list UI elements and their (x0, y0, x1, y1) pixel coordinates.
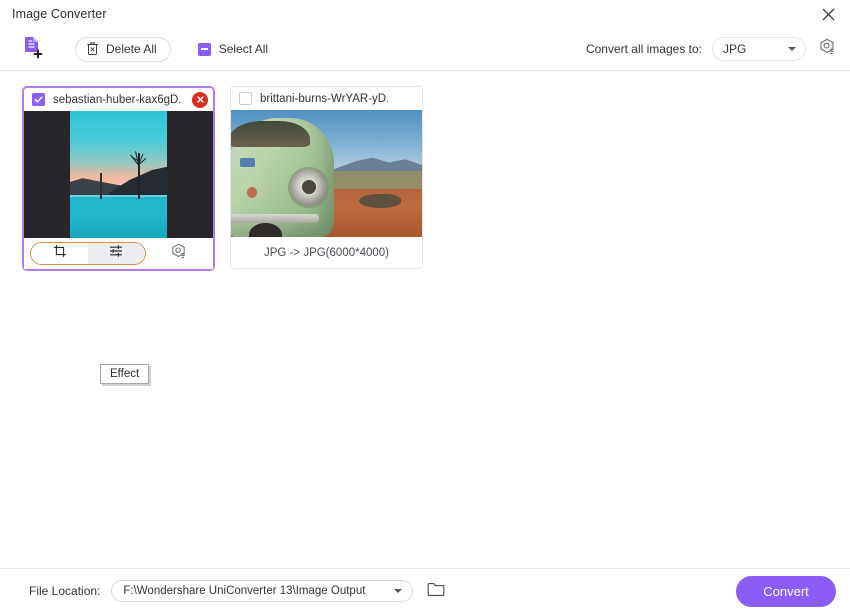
output-format-value: JPG (723, 42, 747, 56)
delete-all-label: Delete All (106, 42, 157, 56)
crop-effect-group (30, 242, 146, 265)
select-all-label: Select All (218, 42, 269, 56)
select-all-checkbox[interactable] (197, 42, 211, 56)
file-location-value: F:\Wondershare UniConverter 13\Image Out… (123, 585, 366, 597)
crop-tool-button[interactable] (31, 243, 88, 264)
image-card-2[interactable]: brittani-burns-WrYAR-yD... JPG -> JPG(60… (230, 86, 423, 269)
sliders-icon (109, 244, 124, 263)
select-all-control[interactable]: Select All (197, 42, 269, 56)
card-checkbox-selected[interactable] (32, 93, 45, 106)
convert-button[interactable]: Convert (736, 575, 836, 607)
remove-circle-icon[interactable] (192, 91, 208, 108)
card-header: sebastian-huber-kax6gD... (24, 88, 213, 111)
file-location-label: File Location: (29, 584, 101, 598)
title-bar: Image Converter (0, 0, 850, 28)
add-file-icon (20, 34, 46, 65)
output-settings-button[interactable] (816, 38, 838, 60)
card-header: brittani-burns-WrYAR-yD... (231, 87, 422, 110)
card-checkbox-unselected[interactable] (239, 92, 252, 105)
trash-icon (86, 41, 99, 58)
card-thumbnail-2 (231, 110, 422, 237)
close-icon (822, 8, 835, 21)
delete-all-button[interactable]: Delete All (75, 36, 171, 62)
folder-icon (427, 581, 445, 602)
effect-tooltip: Effect (100, 364, 150, 384)
image-converter-window: Image Converter Delete All Select All Co… (0, 0, 850, 613)
toolbar-right-group: Convert all images to: JPG (586, 37, 838, 61)
file-location-select[interactable]: F:\Wondershare UniConverter 13\Image Out… (111, 580, 414, 602)
settings-gear-icon (170, 243, 187, 265)
card-tools (24, 238, 213, 269)
bottom-bar: File Location: F:\Wondershare UniConvert… (0, 568, 850, 613)
window-title: Image Converter (12, 7, 107, 21)
browse-folder-button[interactable] (426, 581, 446, 601)
card-title: sebastian-huber-kax6gD... (53, 93, 181, 106)
card-row: sebastian-huber-kax6gD... brittani-burns… (22, 86, 850, 271)
convert-all-images-label: Convert all images to: (585, 42, 702, 56)
settings-gear-icon (818, 38, 836, 61)
add-file-button[interactable] (18, 34, 48, 64)
close-button[interactable] (806, 0, 850, 28)
output-format-select[interactable]: JPG (712, 37, 806, 61)
chevron-down-icon (394, 589, 403, 593)
crop-icon (53, 244, 67, 263)
conversion-label: JPG -> JPG(6000*4000) (264, 246, 389, 259)
card-settings-button[interactable] (153, 243, 203, 265)
effect-tool-button[interactable] (88, 243, 145, 264)
card-title: brittani-burns-WrYAR-yD... (260, 92, 388, 105)
card-thumbnail-1 (24, 111, 213, 238)
toolbar: Delete All Select All Convert all images… (0, 28, 850, 71)
chevron-down-icon (788, 47, 796, 51)
image-list-area: sebastian-huber-kax6gD... brittani-burns… (0, 71, 850, 568)
image-card-1[interactable]: sebastian-huber-kax6gD... (22, 86, 215, 271)
